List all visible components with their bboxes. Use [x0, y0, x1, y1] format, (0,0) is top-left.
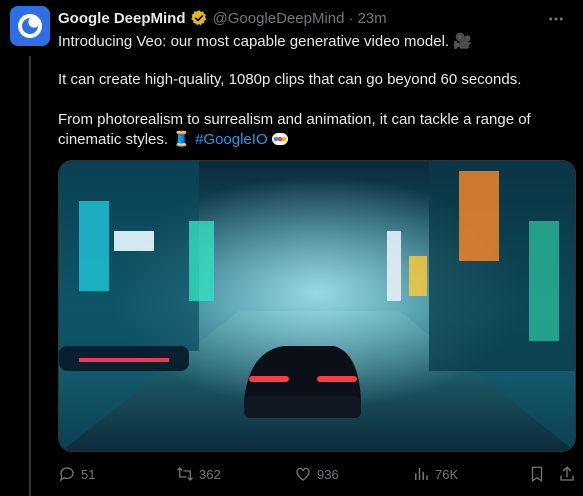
- reply-button[interactable]: 51: [58, 462, 95, 486]
- tweet-header: Google DeepMind @GoogleDeepMind · 23m: [58, 8, 387, 28]
- views-count: 76K: [435, 466, 459, 482]
- like-count: 936: [317, 466, 339, 482]
- share-button[interactable]: [558, 462, 576, 486]
- tweet-line-3: From photorealism to surrealism and anim…: [58, 110, 563, 150]
- share-icon: [560, 466, 574, 481]
- reply-icon: [59, 467, 74, 482]
- author-name[interactable]: Google DeepMind: [58, 10, 186, 27]
- author-handle[interactable]: @GoogleDeepMind: [213, 10, 345, 27]
- avatar[interactable]: [10, 6, 50, 46]
- hashtag-emoji-icon: [271, 133, 288, 145]
- more-icon[interactable]: [547, 10, 565, 33]
- bookmark-icon: [531, 466, 543, 483]
- thread-line: [29, 56, 31, 496]
- tweet-time[interactable]: 23m: [357, 10, 386, 27]
- repost-icon: [177, 467, 193, 481]
- action-bar: 51 362 936 76K: [58, 462, 576, 486]
- header-separator: ·: [348, 9, 354, 27]
- video-media[interactable]: [58, 160, 576, 452]
- tweet-body: Introducing Veo: our most capable genera…: [58, 32, 568, 148]
- verified-badge-icon: [190, 9, 208, 27]
- bookmark-button[interactable]: [528, 462, 546, 486]
- like-icon: [296, 467, 310, 481]
- hashtag-link[interactable]: #GoogleIO: [195, 131, 268, 148]
- repost-count: 362: [199, 466, 221, 482]
- tweet-line-1: Introducing Veo: our most capable genera…: [58, 33, 472, 50]
- views-button[interactable]: 76K: [412, 462, 458, 486]
- like-button[interactable]: 936: [294, 462, 339, 486]
- tweet-line-2: It can create high-quality, 1080p clips …: [58, 71, 522, 88]
- views-icon: [415, 468, 428, 480]
- deepmind-logo-icon: [18, 14, 42, 38]
- reply-count: 51: [81, 466, 96, 482]
- tweet-line-3-text: From photorealism to surrealism and anim…: [58, 111, 531, 148]
- video-frame-image: [59, 161, 575, 451]
- repost-button[interactable]: 362: [176, 462, 221, 486]
